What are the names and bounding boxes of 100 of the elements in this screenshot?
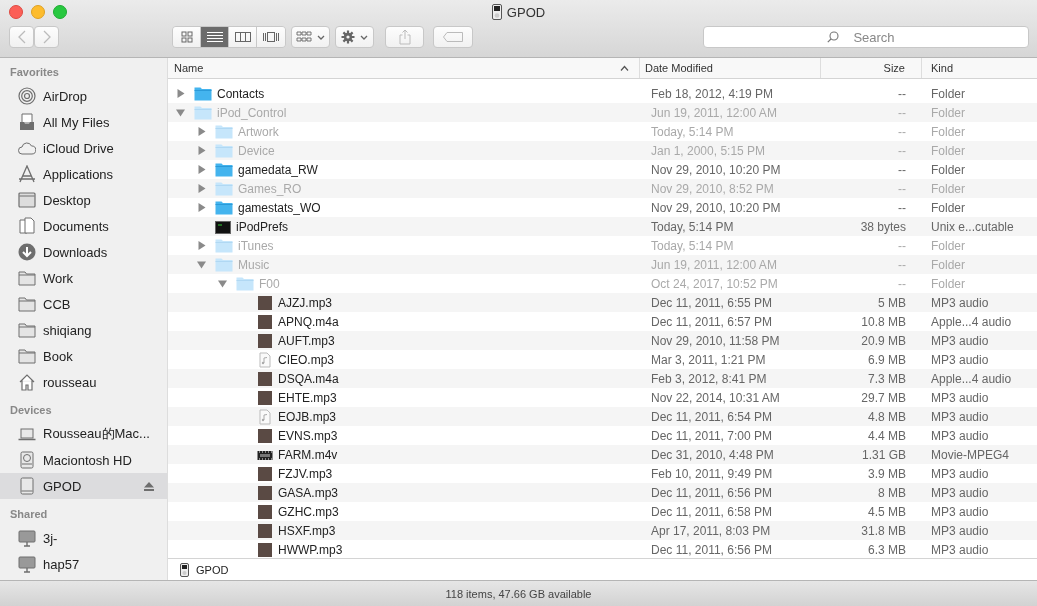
file-name: Device [238,143,275,158]
date-cell: Apr 17, 2011, 8:03 PM [651,523,771,538]
size-cell: -- [898,162,906,177]
kind-cell: MP3 audio [931,333,989,348]
sidebar-item[interactable]: CCB [0,291,167,317]
zoom-button[interactable] [53,5,67,19]
kind-cell: MP3 audio [931,352,989,367]
album-art-thumbnail [257,313,273,330]
file-tray-icon [18,113,36,131]
album-art-thumbnail [257,332,273,349]
folder-icon [18,347,36,365]
sidebar-item[interactable]: GPOD [0,473,167,499]
search-field[interactable]: Search [703,26,1029,48]
disclosure-triangle-icon[interactable] [197,241,206,250]
kind-cell: Folder [931,181,965,196]
sidebar-item[interactable]: Maciontosh HD [0,447,167,473]
documents-icon [18,217,36,235]
disclosure-triangle-icon[interactable] [176,108,185,117]
file-row[interactable]: APNQ.m4a Dec 11, 2011, 6:57 PM 10.8 MB Apple...4 audio [168,312,1037,331]
sidebar-item[interactable]: Book [0,343,167,369]
folder-icon [215,257,233,272]
file-name: EVNS.mp3 [278,428,338,443]
sidebar-item[interactable]: Downloads [0,239,167,265]
file-row[interactable]: CIEO.mp3 Mar 3, 2011, 1:21 PM 6.9 MB MP3 audio [168,350,1037,369]
date-cell: Dec 11, 2011, 6:55 PM [651,295,772,310]
disclosure-triangle-icon[interactable] [218,279,227,288]
view-button[interactable] [201,27,229,47]
sidebar-item[interactable]: 3j- [0,525,167,551]
arrange-button[interactable] [291,26,330,48]
view-button[interactable] [229,27,257,47]
disclosure-triangle-icon[interactable] [197,146,206,155]
share-icon [398,29,411,45]
column-header[interactable]: Size [821,58,922,78]
action-button[interactable] [335,26,374,48]
file-row[interactable]: DSQA.m4a Feb 3, 2012, 8:41 PM 7.3 MB Apple...4 audio [168,369,1037,388]
sidebar-item[interactable]: rousseau [0,369,167,395]
column-header[interactable]: Kind [922,58,1037,78]
file-row[interactable]: EHTE.mp3 Nov 22, 2014, 10:31 AM 29.7 MB MP3 audio [168,388,1037,407]
section-heading: Favorites [9,65,60,80]
folder-icon [215,162,233,177]
file-row[interactable]: EOJB.mp3 Dec 11, 2011, 6:54 PM 4.8 MB MP3 audio [168,407,1037,426]
path-item[interactable]: GPOD [180,562,229,577]
kind-cell: Folder [931,86,965,101]
folder-icon [18,321,36,339]
minimize-button[interactable] [31,5,45,19]
concentric-circles-icon [18,87,36,105]
sidebar-item[interactable]: hap57 [0,551,167,577]
sidebar-item[interactable]: All My Files [0,109,167,135]
size-cell: -- [898,143,906,158]
file-row[interactable]: AUFT.mp3 Nov 29, 2010, 11:58 PM 20.9 MB MP3 audio [168,331,1037,350]
sidebar-item[interactable]: Applications [0,161,167,187]
sidebar-item[interactable]: iCloud Drive [0,135,167,161]
terminal-icon [215,218,231,235]
kind-cell: MP3 audio [931,523,989,538]
disclosure-triangle-icon[interactable] [176,89,185,98]
column-header[interactable]: Date Modified [640,58,821,78]
file-row[interactable]: gamestats_WO Nov 29, 2010, 10:20 PM -- Folder [168,198,1037,217]
view-button[interactable] [173,27,201,47]
album-art-thumbnail [257,503,273,520]
kind-cell: MP3 audio [931,466,989,481]
file-row[interactable]: GZHC.mp3 Dec 11, 2011, 6:58 PM 4.5 MB MP3 audio [168,502,1037,521]
disclosure-triangle-icon[interactable] [197,203,206,212]
sidebar-item[interactable]: Rousseau的Mac... [0,421,167,447]
sidebar-item[interactable]: Work [0,265,167,291]
date-cell: Dec 11, 2011, 6:57 PM [651,314,772,329]
file-row[interactable]: gamedata_RW Nov 29, 2010, 10:20 PM -- Folder [168,160,1037,179]
kind-cell: Apple...4 audio [931,314,1012,329]
close-button[interactable] [9,5,23,19]
file-name: Music [238,257,270,272]
file-row[interactable]: AJZJ.mp3 Dec 11, 2011, 6:55 PM 5 MB MP3 audio [168,293,1037,312]
file-row[interactable]: EVNS.mp3 Dec 11, 2011, 7:00 PM 4.4 MB MP3 audio [168,426,1037,445]
view-button[interactable] [257,27,285,47]
file-name: HSXF.mp3 [278,523,336,538]
section-heading: Shared [9,507,49,522]
eject-icon[interactable] [144,481,154,491]
album-art-thumbnail [257,370,273,387]
monitor-icon [18,555,36,573]
column-header[interactable]: Name [168,58,640,78]
music-file-icon [257,408,273,425]
sidebar-item[interactable]: AirDrop [0,83,167,109]
file-row[interactable]: HSXF.mp3 Apr 17, 2011, 8:03 PM 31.8 MB MP3 audio [168,521,1037,540]
sidebar-item[interactable]: Documents [0,213,167,239]
file-row[interactable]: HWWP.mp3 Dec 11, 2011, 6:56 PM 6.3 MB MP3 audio [168,540,1037,558]
file-row[interactable]: FZJV.mp3 Feb 10, 2011, 9:49 PM 3.9 MB MP3 audio [168,464,1037,483]
disclosure-triangle-icon[interactable] [197,165,206,174]
disclosure-triangle-icon[interactable] [197,127,206,136]
folder-icon [194,105,212,120]
sidebar-item[interactable]: shiqiang [0,317,167,343]
file-row[interactable]: iPodPrefs Today, 5:14 PM 38 bytes Unix e...cutable [168,217,1037,236]
disclosure-triangle-icon[interactable] [197,184,206,193]
tag-button[interactable] [433,26,473,48]
file-name: Contacts [217,86,265,101]
file-row[interactable]: FARM.m4v Dec 31, 2010, 4:48 PM 1.31 GB Movie-MPEG4 [168,445,1037,464]
sidebar-item[interactable]: Desktop [0,187,167,213]
disclosure-triangle-icon[interactable] [197,260,206,269]
file-row[interactable]: GASA.mp3 Dec 11, 2011, 6:56 PM 8 MB MP3 audio [168,483,1037,502]
file-row[interactable]: Contacts Feb 18, 2012, 4:19 PM -- Folder [168,84,1037,103]
file-name: HWWP.mp3 [278,542,343,557]
album-art-thumbnail [257,541,273,558]
kind-cell: MP3 audio [931,390,989,405]
